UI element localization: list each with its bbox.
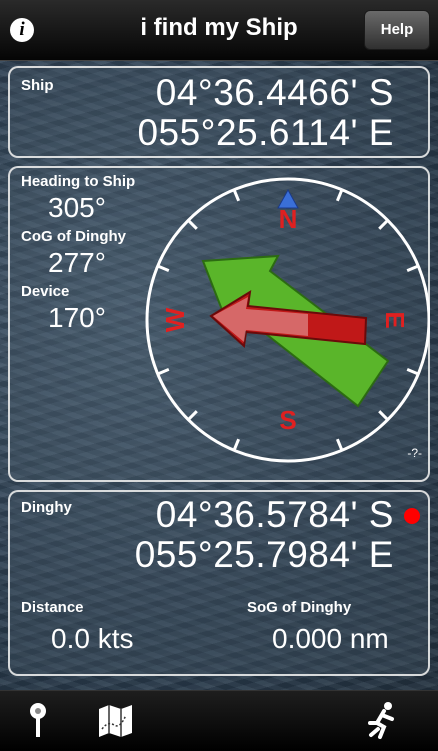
map-icon[interactable] (96, 701, 136, 741)
ship-longitude: 055°25.6114' E (137, 112, 394, 153)
sog-label: SoG of Dinghy (247, 599, 352, 616)
distance-value: 0.0 kts (51, 623, 134, 654)
dinghy-panel: Dinghy 04°36.5784' S 055°25.7984' E Dist… (8, 490, 430, 676)
compass-tick (232, 438, 241, 451)
compass-tick (335, 438, 344, 451)
compass-north-letter: N (279, 204, 298, 234)
help-button[interactable]: Help (364, 10, 430, 50)
top-bar: i i find my Ship Help (0, 0, 438, 61)
compass-east-letter: E (380, 311, 410, 328)
compass-tick (232, 189, 241, 202)
compass-tick (378, 219, 389, 230)
compass-tick (157, 367, 170, 376)
compass-tick (187, 219, 198, 230)
compass-west-letter: W (160, 307, 190, 332)
compass-tick (335, 189, 344, 202)
compass-tick (406, 367, 419, 376)
bottom-toolbar (0, 690, 438, 751)
compass-tick (378, 410, 389, 421)
pin-icon[interactable] (24, 701, 54, 741)
compass-corner-note: -?- (407, 446, 422, 460)
compass-south-letter: S (279, 405, 296, 435)
dinghy-longitude: 055°25.7984' E (134, 534, 394, 575)
ship-label: Ship (21, 77, 54, 94)
dinghy-status-dot (404, 508, 420, 524)
compass-panel: Heading to Ship 305° CoG of Dinghy 277° … (8, 166, 430, 482)
dinghy-label: Dinghy (21, 499, 72, 516)
compass-rose: N S E W -?- (145, 177, 430, 463)
sog-value: 0.000 nm (272, 623, 389, 654)
compass-tick (157, 264, 170, 273)
ship-panel: Ship 04°36.4466' S 055°25.6114' E (8, 66, 430, 158)
compass-tick (187, 410, 198, 421)
distance-label: Distance (21, 599, 84, 616)
dinghy-latitude: 04°36.5784' S (155, 494, 394, 535)
ship-latitude: 04°36.4466' S (155, 72, 394, 113)
runner-icon[interactable] (362, 701, 402, 741)
compass-tick (406, 264, 419, 273)
